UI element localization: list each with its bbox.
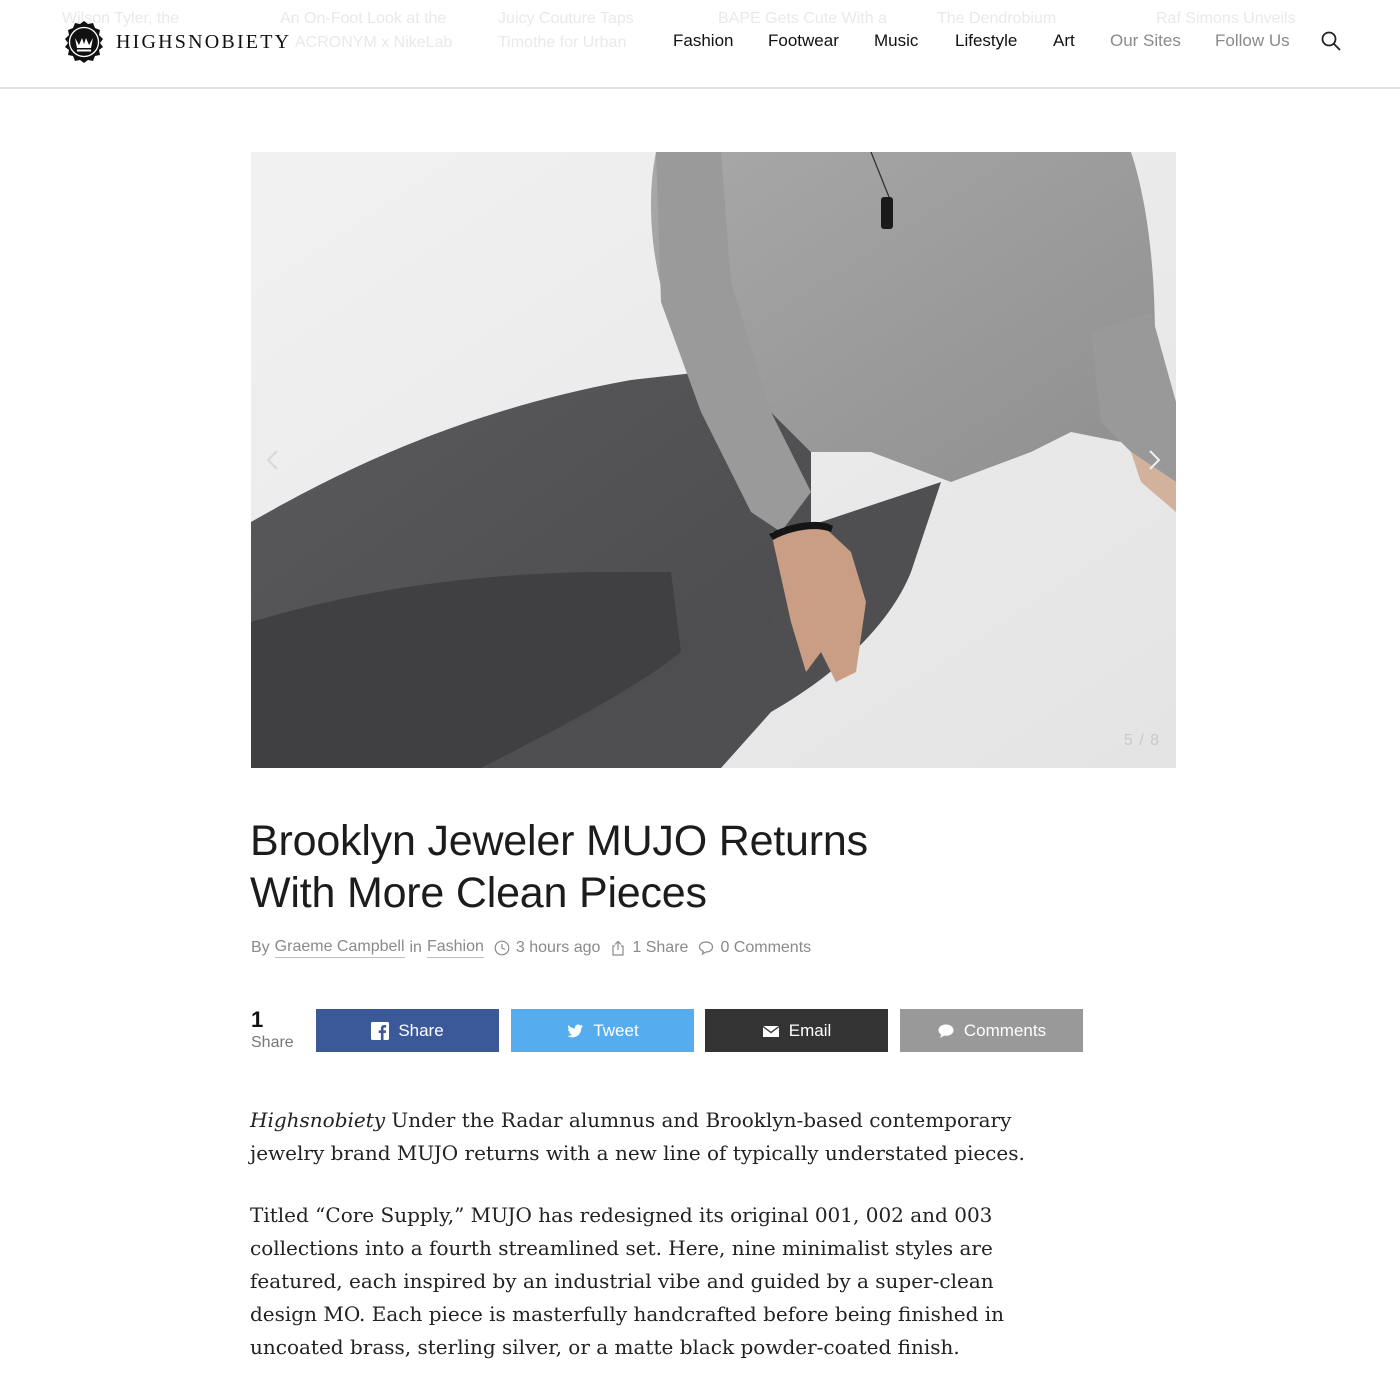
meta-by: By: [251, 939, 270, 956]
gallery-counter: 5 / 8: [1123, 732, 1160, 749]
publication-name: Highsnobiety: [250, 1108, 386, 1132]
nav-footwear[interactable]: Footwear: [768, 29, 839, 53]
logo-wordmark: HIGHSNOBIETY: [116, 31, 292, 53]
hero-image: [251, 152, 1176, 768]
facebook-icon: [371, 1021, 390, 1040]
chevron-left-icon[interactable]: [257, 442, 287, 478]
article-paragraph: Titled “Core Supply,” MUJO has redesigne…: [250, 1203, 1005, 1359]
facebook-share-button[interactable]: Share: [316, 1009, 499, 1052]
article-title-line: Brooklyn Jeweler MUJO Returns: [250, 817, 868, 865]
meta-shares-label: 1 Share: [632, 939, 689, 956]
meta-shares[interactable]: 1 Share: [610, 939, 688, 957]
chevron-right-icon[interactable]: [1140, 442, 1170, 478]
nav-our-sites[interactable]: Our Sites: [1110, 29, 1181, 53]
ticker-headline: The Dendrobium: [937, 10, 1057, 27]
comment-icon: [699, 941, 714, 956]
comments-button[interactable]: Comments: [900, 1009, 1083, 1052]
meta-comments-label: 0 Comments: [720, 939, 812, 956]
email-share-button[interactable]: Email: [705, 1009, 888, 1052]
clock-icon: [494, 940, 510, 956]
ticker-headline: BAPE Gets Cute With a: [718, 10, 887, 27]
nav-lifestyle[interactable]: Lifestyle: [955, 29, 1017, 53]
share-count-number: 1: [251, 1007, 264, 1032]
share-counter: 1 Share: [251, 1008, 294, 1054]
article-paragraph: Highsnobiety Under the Radar alumnus and…: [250, 1104, 1060, 1170]
site-logo[interactable]: HIGHSNOBIETY: [62, 20, 291, 64]
share-icon: [612, 940, 624, 956]
meta-in: in: [409, 939, 422, 956]
nav-music[interactable]: Music: [874, 29, 918, 53]
ticker-headline: Juicy Couture Taps: [498, 10, 634, 27]
nav-art[interactable]: Art: [1053, 29, 1075, 53]
nav-fashion[interactable]: Fashion: [673, 29, 733, 53]
search-icon[interactable]: [1320, 30, 1342, 52]
crown-seal-icon: [65, 21, 103, 63]
hero-gallery[interactable]: 5 / 8: [251, 152, 1176, 768]
ticker-headline: ACRONYM x NikeLab: [295, 34, 453, 51]
comments-button-label: Comments: [963, 1020, 1047, 1040]
ticker-headline: An On-Foot Look at the: [280, 10, 447, 27]
email-share-label: Email: [788, 1020, 832, 1040]
facebook-share-label: Share: [398, 1020, 444, 1040]
speech-bubble-icon: [938, 1024, 954, 1038]
envelope-icon: [762, 1025, 780, 1037]
twitter-tweet-label: Tweet: [593, 1020, 639, 1040]
meta-comments[interactable]: 0 Comments: [698, 939, 811, 957]
twitter-icon: [567, 1024, 584, 1037]
article-title-line: With More Clean Pieces: [250, 869, 707, 917]
twitter-tweet-button[interactable]: Tweet: [511, 1009, 694, 1052]
nav-follow-us[interactable]: Follow Us: [1215, 29, 1290, 53]
share-count-label: Share: [251, 1034, 294, 1051]
article-meta: By Graeme Campbell in Fashion 3 hours ag…: [251, 937, 821, 959]
site-header: Wilson Tyler, the An On-Foot Look at the…: [0, 0, 1400, 89]
ticker-headline: Raf Simons Unveils: [1156, 10, 1296, 27]
article-title: Brooklyn Jeweler MUJO Returns With More …: [250, 815, 1010, 919]
author-link[interactable]: Graeme Campbell: [274, 938, 405, 958]
ticker-headline: Timothe for Urban: [498, 34, 627, 51]
category-link[interactable]: Fashion: [426, 938, 484, 958]
meta-time: 3 hours ago: [515, 939, 601, 956]
